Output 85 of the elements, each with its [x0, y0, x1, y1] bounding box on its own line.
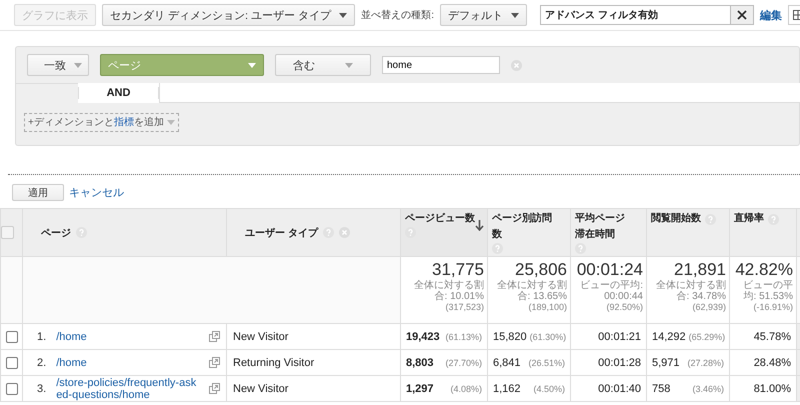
percent-label: (3.46%): [692, 384, 724, 394]
table-cell: 5,971: [652, 356, 680, 368]
sort-dropdown[interactable]: デフォルト: [440, 4, 528, 26]
table-cell: 00:01:40: [598, 382, 641, 394]
summary-value: 25,806: [514, 260, 567, 280]
checkbox[interactable]: [6, 330, 18, 343]
summary-note: 全体に対する割合: 13.65%: [496, 280, 567, 302]
new-window-icon[interactable]: [209, 331, 220, 342]
percent-label: (4.50%): [533, 384, 565, 394]
table-cell: 15,820: [493, 330, 527, 342]
column-header[interactable]: ユーザー タイプ: [245, 226, 318, 240]
summary-note: 全体に対する割合: 10.01%: [413, 280, 484, 302]
summary-note: ビューの平均: 00:00:44: [579, 280, 643, 302]
filter-value-field[interactable]: home: [382, 56, 500, 74]
table-cell: 14,292: [652, 330, 686, 342]
column-header[interactable]: 直帰率: [734, 211, 764, 227]
caret-icon: [74, 62, 82, 68]
summary-total: (92.50%): [605, 302, 643, 312]
help-icon: [405, 227, 416, 238]
table-cell: New Visitor: [226, 376, 400, 402]
row-number: 1.: [37, 330, 46, 342]
summary-total: (189,100): [527, 302, 567, 312]
filter-status-field: アドバンス フィルタ有効: [540, 5, 754, 25]
and-label: AND: [78, 87, 159, 99]
sort-arrow-icon[interactable]: [475, 220, 484, 231]
percent-label: (26.51%): [528, 358, 565, 368]
caret-icon: [248, 62, 256, 68]
page-link[interactable]: /home: [56, 356, 199, 368]
percent-label: (61.13%): [445, 332, 482, 342]
help-icon: [322, 227, 334, 238]
table-cell: 28.48%: [754, 356, 791, 368]
new-window-icon[interactable]: [209, 357, 220, 368]
sort-label: 並べ替えの種類:: [361, 8, 434, 22]
summary-value: 21,891: [673, 260, 726, 280]
caret-icon: [511, 12, 520, 18]
summary-total: (-16.91%): [752, 302, 793, 312]
secondary-dimension-dropdown[interactable]: セカンダリ ディメンション: ユーザー タイプ: [102, 4, 356, 26]
table-cell: 00:01:21: [598, 330, 641, 342]
percent-label: (27.28%): [687, 358, 724, 368]
new-window-icon[interactable]: [209, 383, 220, 394]
summary-note: ビューの平均: 51.53%: [742, 280, 793, 302]
caret-icon: [339, 12, 348, 18]
summary-value: 42.82%: [734, 260, 793, 280]
help-icon: [705, 214, 716, 224]
summary-total: (317,523): [444, 302, 484, 312]
add-dimension-button[interactable]: +ディメンションと指標を追加: [24, 112, 179, 132]
percent-label: (65.29%): [688, 332, 726, 342]
table-cell: 1,297: [406, 382, 434, 394]
table-cell: New Visitor: [226, 324, 400, 350]
help-icon: [768, 214, 779, 224]
table-cell: 8,803: [406, 356, 434, 368]
cancel-link[interactable]: キャンセル: [69, 185, 124, 200]
caret-icon: [345, 62, 353, 68]
close-icon[interactable]: [730, 6, 753, 24]
page-link[interactable]: /home: [56, 330, 199, 342]
table-cell: 45.78%: [754, 330, 791, 342]
edit-link[interactable]: 編集: [760, 8, 782, 22]
table-cell: 758: [652, 382, 670, 394]
row-number: 2.: [37, 356, 46, 368]
table-cell: 1,162: [493, 382, 521, 394]
table-cell: 6,841: [493, 356, 521, 368]
checkbox[interactable]: [6, 356, 18, 369]
summary-value: 00:01:24: [576, 260, 643, 280]
caret-icon: [166, 120, 175, 124]
percent-label: (4.08%): [450, 384, 482, 394]
summary-value: 31,775: [431, 260, 484, 280]
table-cell: Returning Visitor: [226, 350, 400, 376]
match-dropdown[interactable]: 一致: [27, 54, 89, 76]
percent-label: (27.70%): [445, 358, 482, 368]
table-cell: 00:01:28: [598, 356, 641, 368]
percent-label: (61.30%): [530, 332, 566, 342]
operator-dropdown[interactable]: 含む: [275, 54, 371, 76]
help-icon: [575, 243, 586, 254]
table-cell: 19,423: [406, 330, 440, 342]
checkbox[interactable]: [6, 382, 18, 395]
help-icon: [492, 243, 503, 254]
summary-total: (62,939): [691, 302, 726, 312]
column-header[interactable]: ページ: [41, 226, 71, 240]
checkbox[interactable]: [1, 226, 14, 239]
summary-note: 全体に対する割合: 34.78%: [655, 280, 726, 302]
help-icon: [76, 227, 87, 238]
table-cell: 81.00%: [754, 382, 791, 394]
row-number: 3.: [37, 382, 46, 394]
apply-button[interactable]: 適用: [12, 184, 64, 201]
page-link[interactable]: /store-policies/frequently-asked-questions/home: [56, 376, 199, 400]
